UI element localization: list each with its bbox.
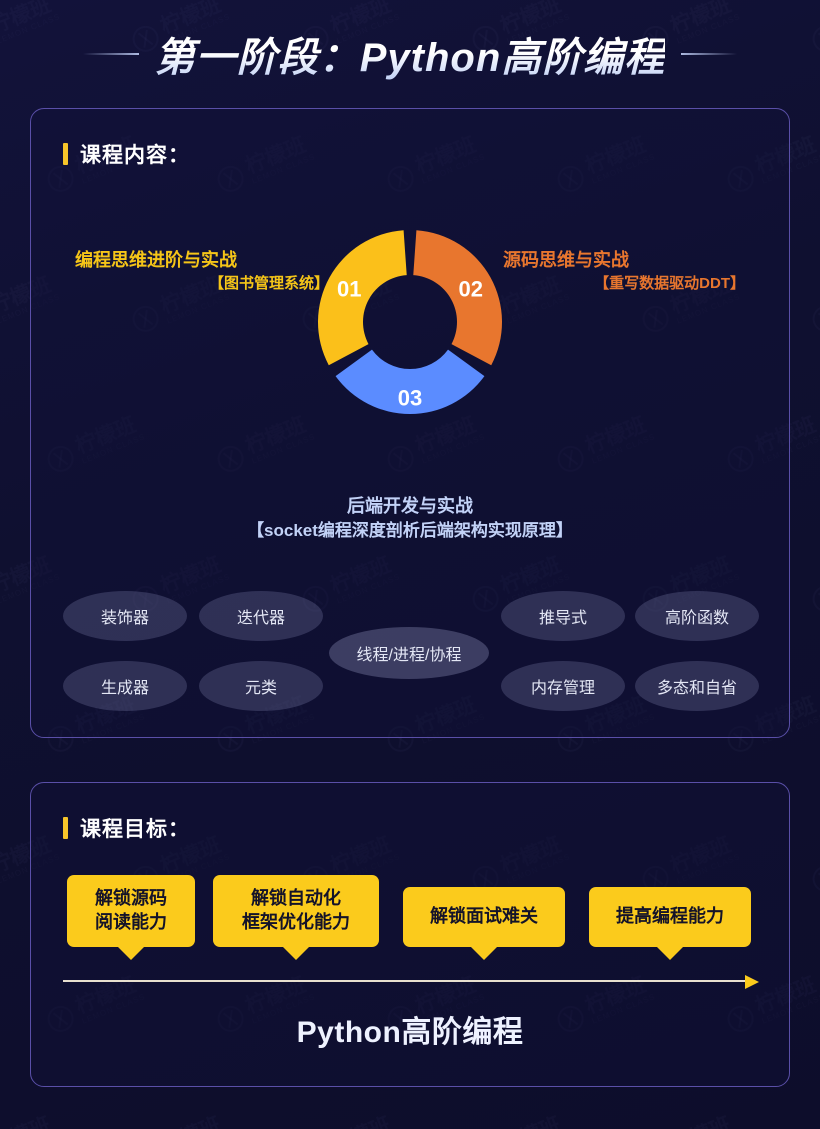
watermark-tile: 柠檬班LEMON CLASS	[298, 1112, 402, 1129]
page-header: 第一阶段：Python高阶编程	[0, 0, 820, 108]
watermark-tile: 柠檬班LEMON CLASS	[808, 1112, 820, 1129]
arrow-right-icon	[745, 975, 759, 989]
goal-callout-box[interactable]: 解锁自动化框架优化能力	[213, 875, 379, 947]
topic-pill-label: 高阶函数	[665, 604, 729, 628]
goal-callout-label: 提高编程能力	[616, 905, 724, 929]
topic-pill[interactable]: 内存管理	[501, 661, 625, 711]
segment-03-label: 后端开发与实战 【socket编程深度剖析后端架构实现原理】	[130, 493, 690, 544]
course-goals-title: 课程目标：	[80, 813, 190, 843]
lemon-logo-icon	[809, 862, 820, 896]
goal-callout-box[interactable]: 提高编程能力	[589, 887, 751, 947]
course-goals-card: 课程目标： 解锁源码阅读能力 解锁自动化框架优化能力 解锁面试难关 提高编程能力 Py…	[30, 782, 790, 1087]
donut-label-03: 03	[398, 386, 422, 411]
topic-pill[interactable]: 装饰器	[63, 591, 187, 641]
course-content-title: 课程内容：	[80, 139, 190, 169]
watermark-tile: 柠檬班LEMON CLASS	[0, 1112, 62, 1129]
topic-pill-label: 元类	[245, 674, 277, 698]
goals-footer-title: Python高阶编程	[31, 1007, 789, 1051]
topic-pill-label: 装饰器	[101, 604, 149, 628]
accent-bar-icon	[63, 817, 68, 839]
topic-pill[interactable]: 推导式	[501, 591, 625, 641]
timeline-arrow-bar	[63, 975, 759, 987]
goal-callout-label: 解锁面试难关	[430, 905, 538, 929]
topic-pill[interactable]: 多态和自省	[635, 661, 759, 711]
infographic-page: 柠檬班LEMON CLASS 柠檬班LEMON CLASS 柠檬班LEMON CLA…	[0, 0, 820, 1129]
lemon-logo-icon	[809, 302, 820, 336]
course-goals-heading: 课程目标：	[31, 783, 789, 843]
segment-02-label: 源码思维与实战 【重写数据驱动DDT】	[485, 247, 745, 295]
goal-callout-box[interactable]: 解锁面试难关	[403, 887, 565, 947]
donut-label-01: 01	[337, 276, 361, 301]
watermark-brand: 柠檬班	[328, 1112, 399, 1129]
donut-chart-area: 01 02 03 编程思维进阶与实战 【图书管理系统】 源码思维与实战 【重写数…	[31, 175, 789, 575]
topic-pill[interactable]: 高阶函数	[635, 591, 759, 641]
timeline-line	[63, 980, 747, 982]
watermark-tile: 柠檬班LEMON CLASS	[808, 272, 820, 338]
topic-pill-label: 多态和自省	[657, 674, 737, 698]
topic-pill-label: 推导式	[539, 604, 587, 628]
course-content-heading: 课程内容：	[31, 109, 789, 169]
topic-pill[interactable]: 元类	[199, 661, 323, 711]
segment-01-label: 编程思维进阶与实战 【图书管理系统】	[75, 247, 335, 295]
watermark-brand: 柠檬班	[158, 1112, 229, 1129]
donut-chart: 01 02 03	[200, 175, 620, 505]
watermark-brand: 柠檬班	[498, 1112, 569, 1129]
goal-callout-label: 解锁自动化框架优化能力	[242, 887, 350, 935]
goals-timeline-area: 解锁源码阅读能力 解锁自动化框架优化能力 解锁面试难关 提高编程能力 Python高阶…	[31, 865, 789, 1065]
watermark-tile: 柠檬班LEMON CLASS	[638, 1112, 742, 1129]
header-rule-right	[681, 53, 737, 55]
lemon-logo-icon	[809, 582, 820, 616]
header-rule-left	[83, 53, 139, 55]
topic-pill-label: 内存管理	[531, 674, 595, 698]
accent-bar-icon	[63, 143, 68, 165]
topic-pill-area: 装饰器 迭代器线程/进程/协程生成器 元类 推导式 高阶函数内存管理 多态和自省	[31, 579, 789, 729]
topic-pill[interactable]: 迭代器	[199, 591, 323, 641]
topic-pill[interactable]: 线程/进程/协程	[329, 627, 489, 679]
topic-pill-label: 线程/进程/协程	[357, 641, 462, 665]
watermark-tile: 柠檬班LEMON CLASS	[128, 1112, 232, 1129]
watermark-brand: 柠檬班	[668, 1112, 739, 1129]
topic-pill[interactable]: 生成器	[63, 661, 187, 711]
topic-pill-label: 迭代器	[237, 604, 285, 628]
goal-callout-label: 解锁源码阅读能力	[95, 887, 167, 935]
course-content-card: 课程内容： 01 02 03 编程思维进阶与实战 【图书管理系统】 源码思维与实…	[30, 108, 790, 738]
watermark-tile: 柠檬班LEMON CLASS	[808, 552, 820, 618]
watermark-tile: 柠檬班LEMON CLASS	[808, 832, 820, 898]
topic-pill-label: 生成器	[101, 674, 149, 698]
watermark-tile: 柠檬班LEMON CLASS	[468, 1112, 572, 1129]
watermark-brand: 柠檬班	[0, 1112, 59, 1129]
goal-callout-box[interactable]: 解锁源码阅读能力	[67, 875, 195, 947]
donut-label-02: 02	[459, 276, 483, 301]
page-title: 第一阶段：Python高阶编程	[155, 25, 666, 83]
